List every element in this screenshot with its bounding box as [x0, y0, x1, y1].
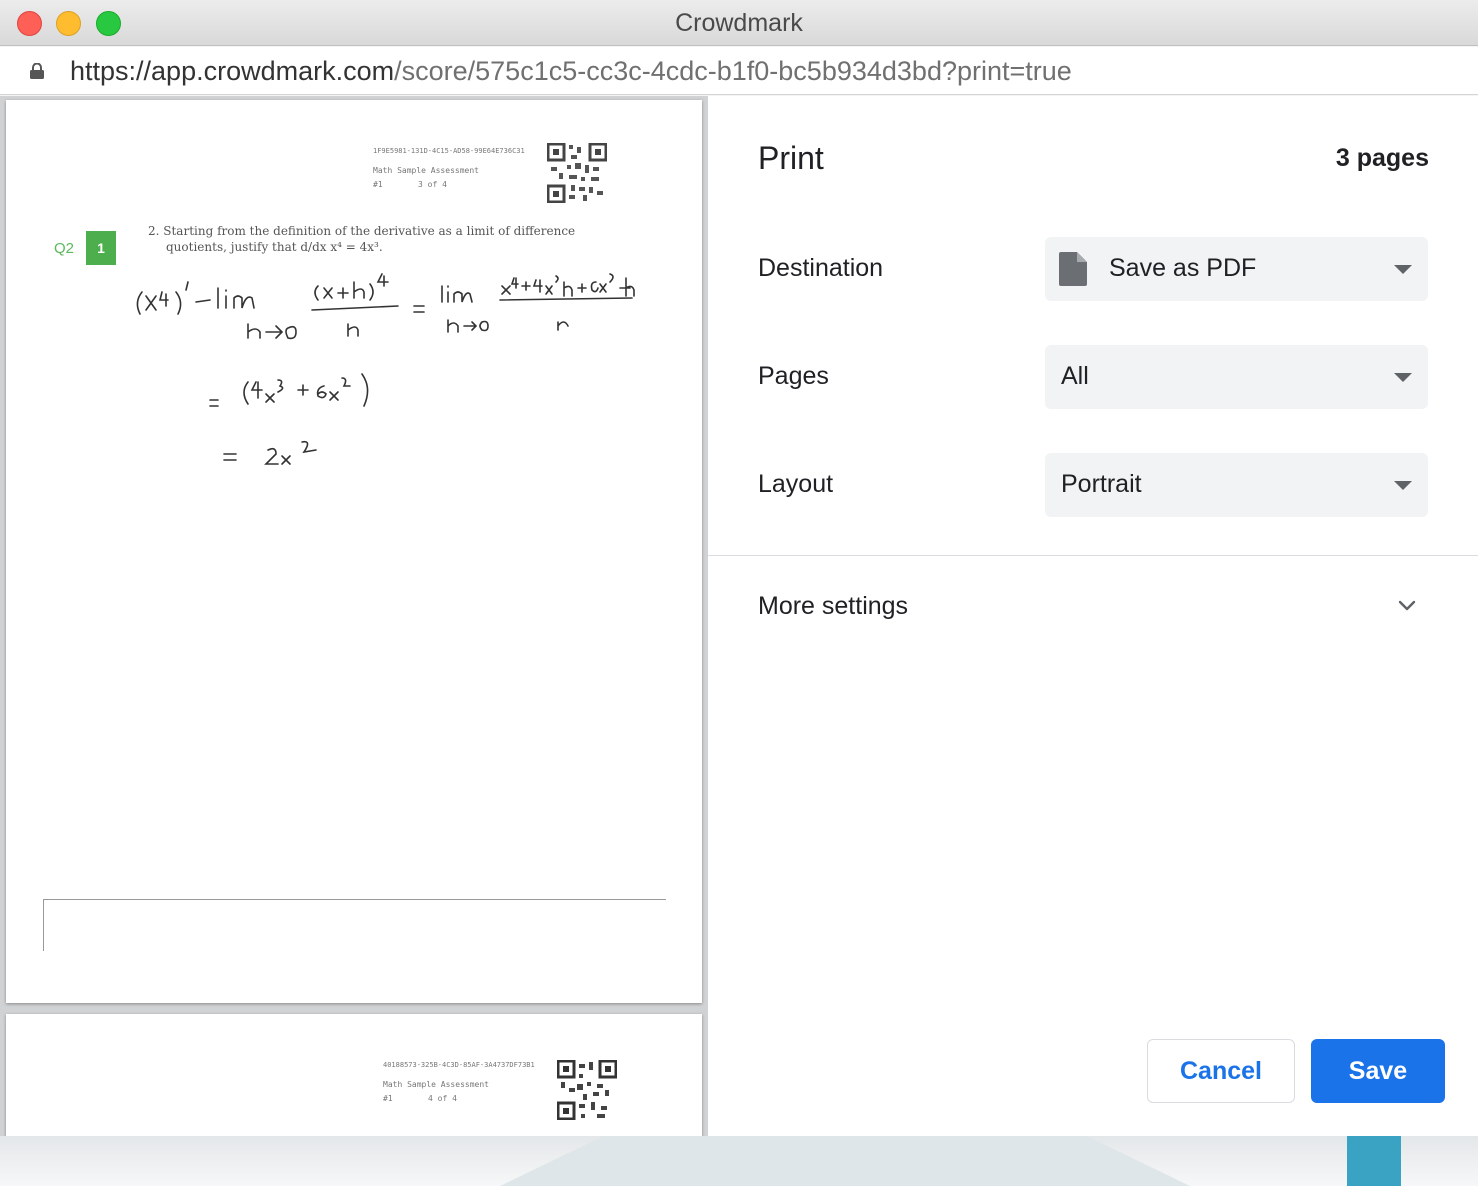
print-preview[interactable]: 1F9E5981-131D-4C15-AD58-99E64E736C31 Mat…: [0, 96, 708, 1136]
score-badge[interactable]: 1: [86, 231, 116, 265]
dropdown-arrow-icon: [1394, 373, 1412, 382]
url-bar: https://app.crowdmark.com/score/575c1c5-…: [0, 47, 1478, 95]
page-header-number: #1: [373, 180, 383, 189]
preview-page-2: 40188573-325B-4C3D-85AF-3A4737DF73B1 Mat…: [6, 1014, 702, 1136]
url-host: https://app.crowdmark.com: [70, 56, 395, 86]
page-header-title: Math Sample Assessment: [373, 166, 479, 175]
page-header-page: 4 of 4: [428, 1094, 457, 1103]
destination-label: Destination: [758, 254, 884, 282]
answer-box-top-border: [43, 899, 666, 900]
layout-label: Layout: [758, 470, 834, 498]
qr-code-icon: [547, 143, 607, 203]
dropdown-arrow-icon: [1394, 481, 1412, 490]
pages-select[interactable]: All: [1045, 345, 1428, 409]
cancel-button[interactable]: Cancel: [1147, 1039, 1295, 1103]
handwritten-answer: [136, 273, 635, 465]
layout-value: Portrait: [1061, 470, 1142, 498]
page-header-title: Math Sample Assessment: [383, 1080, 489, 1089]
page-header-page: 3 of 4: [418, 180, 447, 189]
question-text-line-1: 2. Starting from the definition of the d…: [148, 224, 576, 238]
chevron-down-icon[interactable]: [1397, 596, 1417, 616]
destination-select[interactable]: Save as PDF: [1045, 237, 1428, 301]
section-divider: [708, 555, 1478, 556]
window-title: Crowdmark: [675, 9, 803, 37]
answer-box-left-border: [43, 899, 44, 951]
save-button[interactable]: Save: [1311, 1039, 1445, 1103]
page-count: 3 pages: [1335, 144, 1429, 172]
print-title: Print: [758, 140, 824, 176]
layout-select[interactable]: Portrait: [1045, 453, 1428, 517]
lock-icon: [30, 63, 44, 79]
backdrop-shape: [500, 1136, 1190, 1186]
question-label[interactable]: Q2: [54, 240, 74, 257]
dropdown-arrow-icon: [1394, 265, 1412, 274]
page-backdrop: [0, 1136, 1478, 1186]
qr-code-icon: [557, 1060, 617, 1120]
title-bar: Crowdmark: [0, 0, 1478, 46]
backdrop-tab: [1347, 1136, 1401, 1186]
print-window: Crowdmark https://app.crowdmark.com/scor…: [0, 0, 1478, 1186]
page-header-id: 1F9E5981-131D-4C15-AD58-99E64E736C31: [373, 147, 525, 155]
pages-value: All: [1061, 362, 1089, 390]
question-text-line-2: quotients, justify that d/dx x⁴ = 4x³.: [166, 240, 383, 254]
print-settings-panel: Print 3 pages Destination Save as PDF Pa…: [708, 96, 1478, 1136]
preview-page-1: 1F9E5981-131D-4C15-AD58-99E64E736C31 Mat…: [6, 100, 702, 1003]
destination-value: Save as PDF: [1109, 254, 1257, 282]
page-header-id: 40188573-325B-4C3D-85AF-3A4737DF73B1: [383, 1061, 535, 1069]
more-settings-toggle[interactable]: More settings: [758, 592, 908, 621]
page-header-number: #1: [383, 1094, 393, 1103]
pages-label: Pages: [758, 362, 829, 390]
url-text[interactable]: https://app.crowdmark.com/score/575c1c5-…: [70, 56, 1072, 87]
file-icon: [1059, 252, 1087, 286]
url-path: /score/575c1c5-cc3c-4cdc-b1f0-bc5b934d3b…: [394, 56, 1072, 86]
